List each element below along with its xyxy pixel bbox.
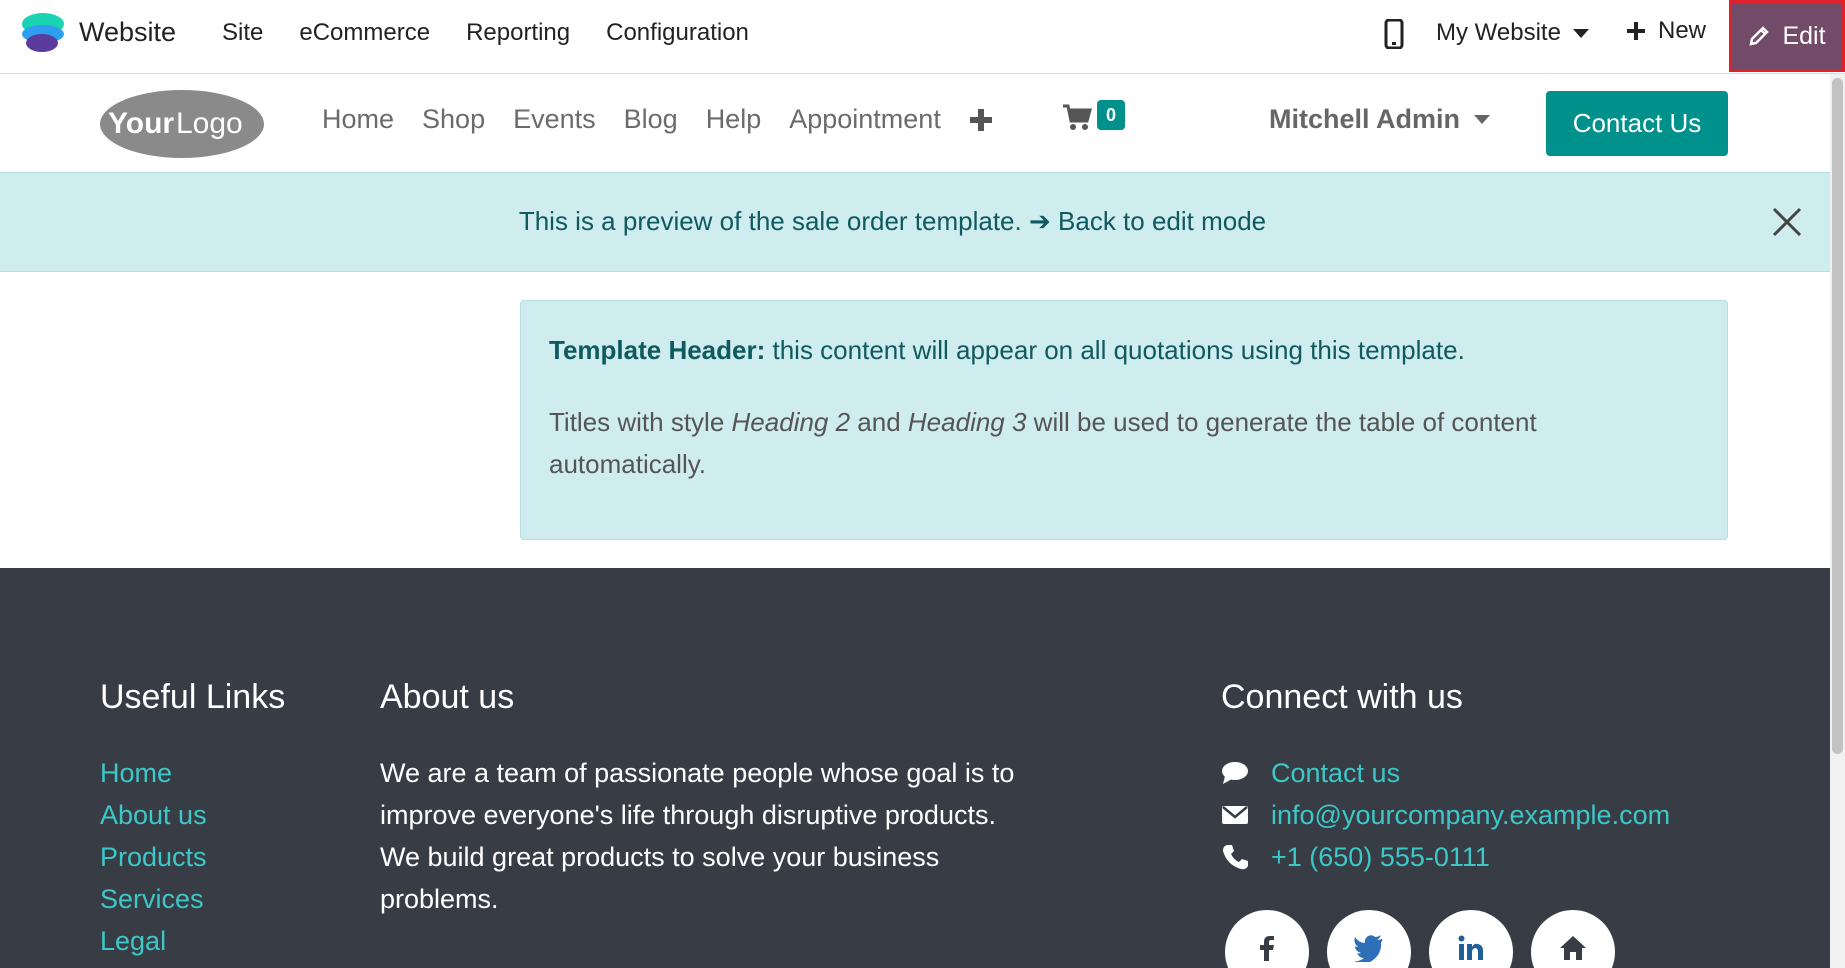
- menu-site[interactable]: Site: [222, 19, 263, 47]
- svg-text:Logo: Logo: [176, 107, 243, 140]
- about-us-title: About us: [380, 678, 515, 716]
- user-menu[interactable]: Mitchell Admin: [1269, 104, 1491, 135]
- phone-icon: [1223, 845, 1248, 870]
- top-menu: Site eCommerce Reporting Configuration: [222, 19, 749, 47]
- facebook-icon: [1260, 936, 1274, 961]
- user-name: Mitchell Admin: [1269, 104, 1461, 134]
- twitter-button[interactable]: [1327, 910, 1411, 968]
- phone-link[interactable]: +1 (650) 555-0111: [1271, 836, 1490, 878]
- linkedin-button[interactable]: [1429, 910, 1513, 968]
- nav-shop[interactable]: Shop: [422, 104, 485, 135]
- new-button[interactable]: New: [1626, 17, 1706, 45]
- contact-row: info@yourcompany.example.com: [1221, 794, 1670, 836]
- footer: Useful Links Home About us Products Serv…: [0, 568, 1830, 968]
- chevron-down-icon: [1572, 28, 1589, 38]
- about-us-text: We are a team of passionate people whose…: [380, 758, 1015, 914]
- footer-link-home[interactable]: Home: [100, 752, 207, 794]
- website-app-icon[interactable]: [20, 10, 66, 56]
- plus-icon: [1627, 22, 1645, 40]
- toc-note-part: and: [850, 407, 908, 437]
- home-button[interactable]: [1531, 910, 1615, 968]
- contact-row: +1 (650) 555-0111: [1221, 836, 1670, 878]
- app-name[interactable]: Website: [79, 17, 176, 48]
- contact-row: Contact us: [1221, 752, 1670, 794]
- footer-link-about[interactable]: About us: [100, 794, 207, 836]
- template-header-label: Template Header:: [549, 335, 766, 365]
- mobile-preview-icon[interactable]: [1384, 19, 1404, 49]
- footer-link-services[interactable]: Services: [100, 878, 207, 920]
- contact-us-button[interactable]: Contact Us: [1546, 91, 1728, 156]
- preview-banner-text: This is a preview of the sale order temp…: [0, 206, 1785, 237]
- useful-links-title: Useful Links: [100, 678, 286, 716]
- comment-icon: [1222, 762, 1248, 784]
- add-menu-plus-icon[interactable]: [969, 108, 993, 132]
- nav-events[interactable]: Events: [513, 104, 596, 135]
- home-icon: [1560, 936, 1586, 960]
- scrollbar-thumb[interactable]: [1832, 78, 1843, 754]
- template-toc-note: Titles with style Heading 2 and Heading …: [549, 401, 1679, 485]
- website-selector[interactable]: My Website: [1436, 19, 1589, 47]
- facebook-button[interactable]: [1225, 910, 1309, 968]
- preview-message: This is a preview of the sale order temp…: [518, 206, 1022, 236]
- arrow-right-icon: ➔: [1028, 206, 1051, 236]
- contact-list: Contact us info@yourcompany.example.com …: [1221, 752, 1670, 878]
- chevron-down-icon: [1474, 115, 1491, 124]
- website-nav: Home Shop Events Blog Help Appointment: [322, 104, 993, 135]
- edit-button-label: Edit: [1782, 21, 1826, 50]
- new-button-label: New: [1658, 17, 1707, 44]
- page-scrollbar[interactable]: [1830, 74, 1845, 968]
- website-header: Your Logo Home Shop Events Blog Help App…: [0, 74, 1830, 172]
- useful-links-list: Home About us Products Services Legal: [100, 752, 207, 962]
- menu-ecommerce[interactable]: eCommerce: [299, 19, 430, 47]
- template-header-box: Template Header: this content will appea…: [520, 300, 1728, 540]
- social-links: [1225, 910, 1615, 968]
- footer-link-legal[interactable]: Legal: [100, 920, 207, 962]
- email-link[interactable]: info@yourcompany.example.com: [1271, 794, 1670, 836]
- connect-title: Connect with us: [1221, 678, 1463, 716]
- odoo-top-bar: Website Site eCommerce Reporting Configu…: [0, 0, 1845, 74]
- twitter-icon: [1354, 935, 1383, 962]
- heading-2-label: Heading 2: [731, 407, 851, 437]
- nav-blog[interactable]: Blog: [624, 104, 678, 135]
- menu-reporting[interactable]: Reporting: [466, 19, 570, 47]
- menu-configuration[interactable]: Configuration: [606, 19, 749, 47]
- shopping-cart-icon[interactable]: [1062, 102, 1092, 132]
- nav-help[interactable]: Help: [706, 104, 762, 135]
- toc-note-part: Titles with style: [549, 407, 732, 437]
- preview-banner: This is a preview of the sale order temp…: [0, 172, 1830, 272]
- edit-button[interactable]: Edit: [1729, 0, 1845, 72]
- pencil-icon: [1749, 26, 1770, 46]
- template-header-text: this content will appear on all quotatio…: [765, 335, 1465, 365]
- contact-us-link[interactable]: Contact us: [1271, 752, 1400, 794]
- heading-3-label: Heading 3: [907, 407, 1027, 437]
- template-header-line: Template Header: this content will appea…: [549, 335, 1465, 366]
- envelope-icon: [1222, 806, 1248, 824]
- close-icon[interactable]: [1771, 206, 1803, 238]
- footer-link-products[interactable]: Products: [100, 836, 207, 878]
- svg-text:Your: Your: [108, 107, 174, 140]
- your-logo[interactable]: Your Logo: [98, 88, 266, 160]
- linkedin-icon: [1458, 935, 1483, 960]
- nav-appointment[interactable]: Appointment: [789, 104, 941, 135]
- cart-count-badge: 0: [1097, 100, 1125, 130]
- back-to-edit-link[interactable]: Back to edit mode: [1058, 206, 1266, 236]
- nav-home[interactable]: Home: [322, 104, 394, 135]
- website-selector-label: My Website: [1436, 19, 1561, 46]
